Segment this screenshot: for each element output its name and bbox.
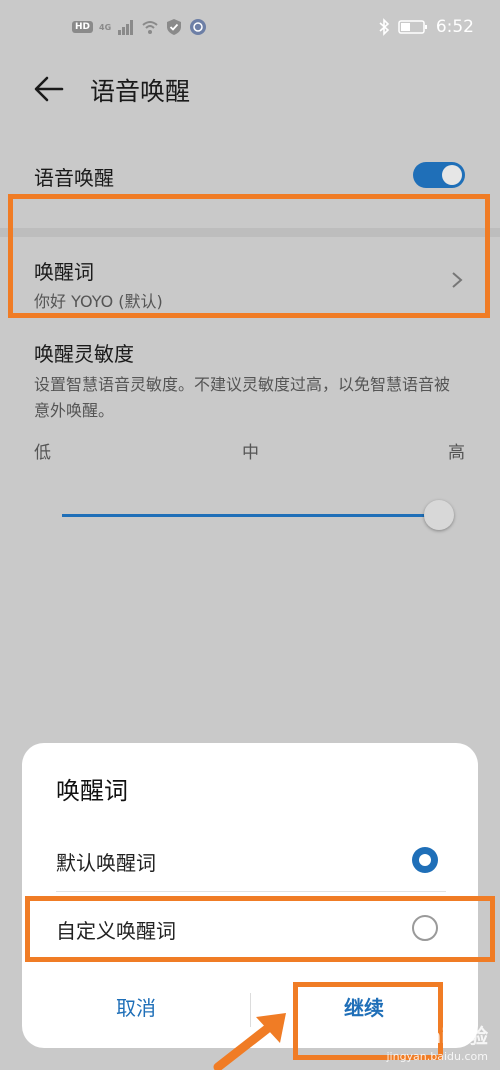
sensitivity-slider-handle[interactable] [424,500,454,530]
tick-high: 高 [448,443,465,463]
bluetooth-icon [379,18,389,36]
signal-icon [118,20,134,35]
voice-wake-row[interactable]: 语音唤醒 [0,150,500,200]
sensitivity-description: 设置智慧语音灵敏度。不建议灵敏度过高，以免智慧语音被意外唤醒。 [34,375,451,420]
option-divider [56,891,446,892]
network-type-label: 4G [99,22,112,32]
watermark: Bai经验 jingyan.baidu.com [370,1010,500,1066]
sensitivity-title: 唤醒灵敏度 [34,342,134,366]
sensitivity-slider-track[interactable] [62,514,438,517]
hd-badge: HD [72,21,94,33]
status-bar: HD 4G 6:52 [0,0,500,60]
back-arrow-icon[interactable] [32,72,66,106]
wifi-icon [142,21,158,34]
option-default-wake-word[interactable]: 默认唤醒词 [22,829,478,889]
header: 语音唤醒 [0,60,500,120]
voice-wake-label: 语音唤醒 [34,166,114,190]
highlight-box-custom-option [25,896,495,962]
radio-selected-icon[interactable] [412,847,438,873]
watermark-url: jingyan.baidu.com [386,1050,488,1063]
dialog-title: 唤醒词 [56,777,128,805]
tick-mid: 中 [242,443,259,463]
app-notification-icon [190,19,207,35]
watermark-brand: Bai经验 [412,1024,488,1048]
clock: 6:52 [435,17,474,37]
tick-low: 低 [34,443,51,463]
shield-icon [167,19,182,35]
annotation-arrow-icon [213,1013,286,1070]
page-title: 语音唤醒 [90,77,191,106]
battery-icon [398,20,427,34]
voice-wake-toggle[interactable] [413,162,465,188]
option-label: 默认唤醒词 [56,851,156,875]
toggle-knob [442,165,462,185]
highlight-box-wake-word [8,194,490,318]
